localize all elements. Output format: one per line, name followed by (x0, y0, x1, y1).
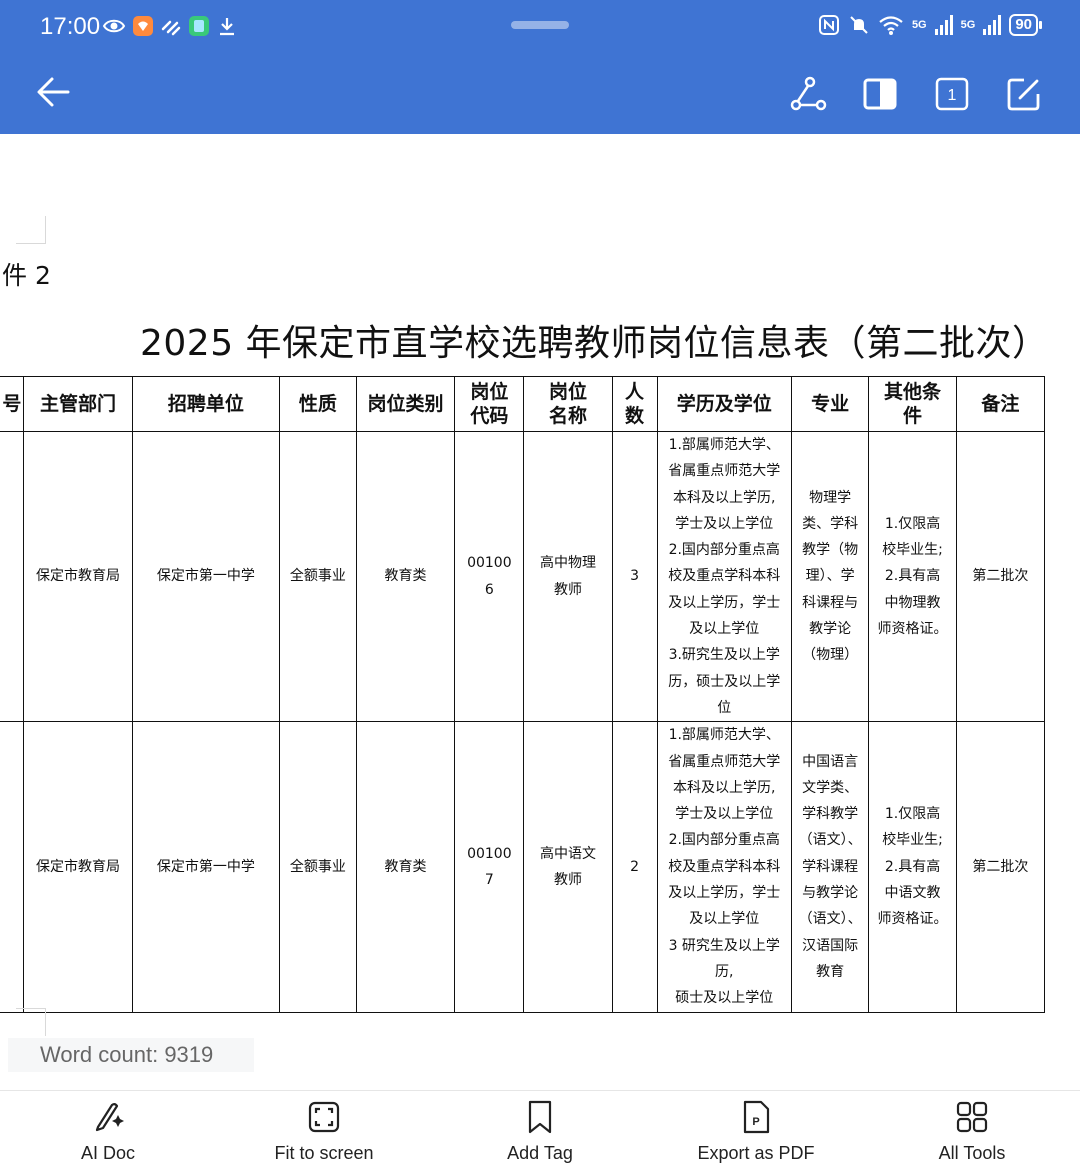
crop-mark (16, 216, 46, 244)
header-cell: 招聘单位 (131, 376, 281, 432)
app-bar-actions: 1 (786, 72, 1046, 116)
layout-button[interactable] (858, 72, 902, 116)
ai-doc-button[interactable]: AI Doc (0, 1091, 216, 1174)
job-table: 号 主管部门 招聘单位 性质 岗位类别 岗位 代码 岗位 名称 人 数 学历及学… (0, 376, 1046, 1013)
app-icon (133, 16, 153, 36)
status-left-icons (102, 14, 238, 38)
header-cell: 性质 (279, 376, 357, 432)
status-time: 17:00 (40, 13, 101, 40)
header-cell: 岗位 代码 (454, 376, 525, 432)
table-cell: 保定市教育局 (23, 430, 133, 723)
table-cell: 1.仅限高 校毕业生; 2.具有高 中语文教 师资格证。 (868, 721, 957, 1013)
status-bar: 17:00 5G 5G 90 (0, 0, 1080, 56)
document-view[interactable]: 件 2 2025 年保定市直学校选聘教师岗位信息表（第二批次） 号 主管部门 招… (0, 134, 1080, 1090)
table-cell: 教育类 (355, 430, 456, 723)
link-icon (161, 20, 181, 36)
page-count-button[interactable]: 1 (930, 72, 974, 116)
ai-doc-label: AI Doc (80, 1143, 136, 1163)
bottom-toolbar: AI Doc Fit to screen Add Tag P Export as… (0, 1090, 1080, 1174)
table-cell: 2 (611, 721, 658, 1013)
document-title: 2025 年保定市直学校选聘教师岗位信息表（第二批次） (140, 323, 1049, 364)
edit-icon (1007, 78, 1040, 111)
crop-mark (16, 1008, 46, 1036)
table-cell: 第二批次 (955, 721, 1046, 1013)
table-cell (0, 721, 25, 1013)
mute-icon (850, 16, 868, 34)
pdf-icon: P (743, 1100, 770, 1134)
fit-to-screen-button[interactable]: Fit to screen (216, 1091, 432, 1174)
table-cell: 全额事业 (279, 721, 357, 1013)
eye-icon (102, 19, 126, 33)
signal-label-2: 5G (960, 19, 976, 31)
table-cell: 保定市教育局 (23, 721, 133, 1013)
table-cell: 第二批次 (955, 430, 1046, 723)
ai-doc-icon (95, 1103, 124, 1132)
table-cell: 3 (611, 430, 658, 723)
header-cell: 人 数 (611, 376, 658, 432)
table-cell: 保定市第一中学 (131, 430, 281, 723)
signal-label-1: 5G (911, 19, 927, 31)
table-cell: 物理学 类、学科 教学（物 理）、学 科课程与 教学论 （物理） (790, 430, 870, 723)
header-cell: 岗位 名称 (523, 376, 613, 432)
table-cell: 中国语言 文学类、 学科教学 （语文）、 学科课程 与教学论 （语文）、 汉语国… (790, 721, 870, 1013)
table-cell (0, 430, 25, 723)
table-cell: 00100 7 (454, 721, 525, 1013)
battery-level: 90 (1009, 14, 1038, 36)
back-button[interactable] (30, 70, 80, 114)
fit-to-screen-label: Fit to screen (274, 1143, 374, 1163)
table-cell: 1.仅限高 校毕业生; 2.具有高 中物理教 师资格证。 (868, 430, 957, 723)
table-header-row: 号 主管部门 招聘单位 性质 岗位类别 岗位 代码 岗位 名称 人 数 学历及学… (0, 376, 1046, 432)
bookmark-icon (528, 1100, 552, 1134)
svg-text:P: P (752, 1116, 759, 1128)
grid-icon (956, 1101, 988, 1133)
all-tools-button[interactable]: All Tools (864, 1091, 1080, 1174)
notch-pill (511, 21, 569, 29)
export-pdf-label: Export as PDF (697, 1143, 815, 1163)
back-arrow-icon (37, 77, 70, 107)
table-cell: 高中物理 教师 (523, 430, 613, 723)
header-cell: 其他条 件 (868, 376, 957, 432)
table-row: 保定市教育局 保定市第一中学 全额事业 教育类 00100 7 高中语文 教师 … (0, 721, 1046, 1013)
header-cell: 主管部门 (23, 376, 133, 432)
table-cell: 全额事业 (279, 430, 357, 723)
add-tag-button[interactable]: Add Tag (432, 1091, 648, 1174)
table-cell: 保定市第一中学 (131, 721, 281, 1013)
share-route-icon (790, 76, 827, 111)
table-cell: 教育类 (355, 721, 456, 1013)
export-pdf-button[interactable]: P Export as PDF (648, 1091, 864, 1174)
attachment-label: 件 2 (2, 261, 51, 290)
table-cell: 1.部属师范大学、 省属重点师范大学 本科及以上学历, 学士及以上学位 2.国内… (656, 721, 792, 1013)
header-cell: 号 (0, 376, 25, 432)
app-bar: 1 (0, 56, 1080, 134)
layout-icon (863, 78, 897, 110)
table-row: 保定市教育局 保定市第一中学 全额事业 教育类 00100 6 高中物理 教师 … (0, 430, 1046, 723)
table-cell: 1.部属师范大学、 省属重点师范大学 本科及以上学历, 学士及以上学位 2.国内… (656, 430, 792, 723)
header-cell: 备注 (955, 376, 1046, 432)
edit-button[interactable] (1002, 72, 1046, 116)
wifi-icon (879, 16, 903, 35)
table-cell: 00100 6 (454, 430, 525, 723)
header-cell: 学历及学位 (656, 376, 792, 432)
fit-screen-icon (308, 1101, 340, 1133)
app-icon (189, 16, 209, 36)
share-route-button[interactable] (786, 72, 830, 116)
signal-icon (983, 15, 1002, 35)
all-tools-label: All Tools (938, 1143, 1006, 1163)
status-right-icons: 5G 5G 90 (818, 14, 1042, 36)
header: 17:00 5G 5G 90 1 (0, 0, 1080, 134)
add-tag-label: Add Tag (507, 1143, 573, 1163)
signal-icon (934, 15, 953, 35)
battery-icon: 90 (1009, 14, 1042, 36)
table-cell: 高中语文 教师 (523, 721, 613, 1013)
header-cell: 岗位类别 (355, 376, 456, 432)
header-cell: 专业 (790, 376, 870, 432)
page-count-label: 1 (948, 87, 957, 104)
word-count: Word count: 9319 (8, 1038, 254, 1072)
page-count-icon: 1 (935, 77, 969, 111)
nfc-icon (818, 15, 839, 35)
download-icon (220, 18, 234, 36)
